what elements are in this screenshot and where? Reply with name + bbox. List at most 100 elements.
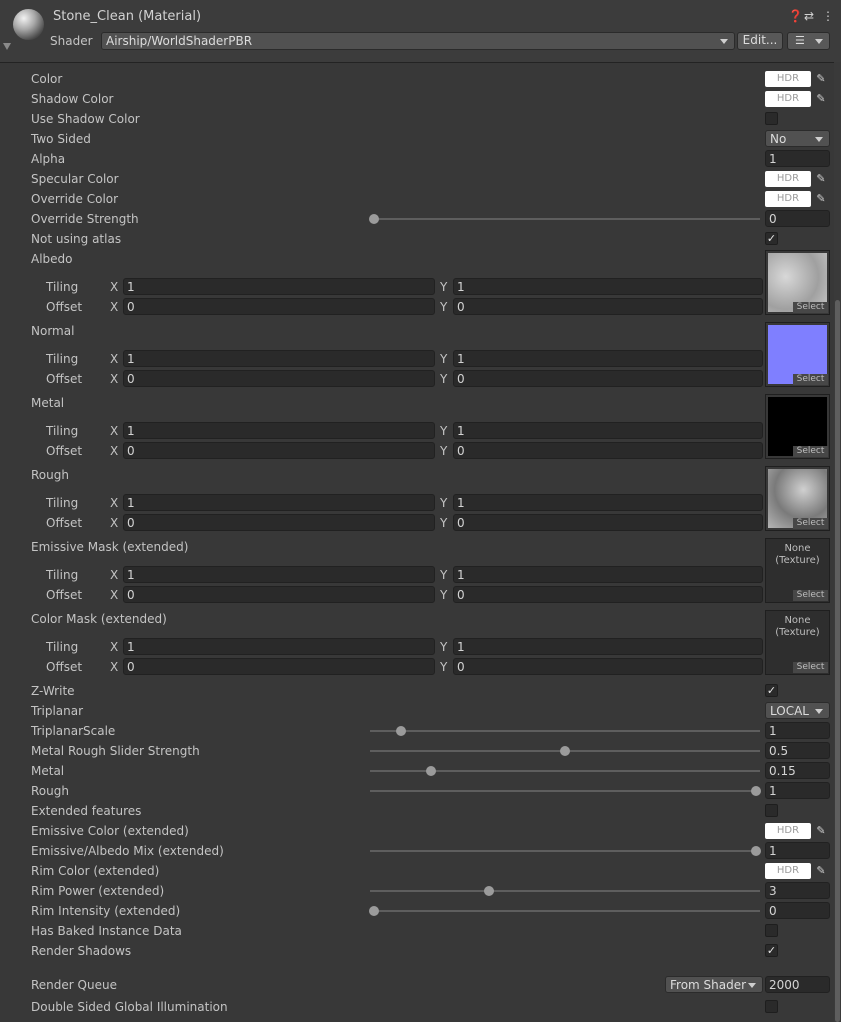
render-queue-dropdown[interactable]: From Shader (665, 976, 763, 993)
albedo-tiling-x[interactable]: 1 (123, 278, 435, 295)
eyedropper-icon[interactable]: ✎ (813, 863, 829, 879)
eyedropper-icon[interactable]: ✎ (813, 171, 829, 187)
select-button[interactable]: Select (793, 446, 828, 457)
emissive-albedo-mix-field[interactable]: 1 (765, 842, 830, 859)
alpha-field[interactable]: 1 (765, 150, 830, 167)
triplanar-dropdown[interactable]: LOCAL (765, 702, 830, 719)
extended-features-checkbox[interactable] (765, 804, 778, 817)
select-button[interactable]: Select (793, 518, 828, 529)
normal-tiling-x[interactable]: 1 (123, 350, 435, 367)
rough-field[interactable]: 1 (765, 782, 830, 799)
two-sided-dropdown[interactable]: No (765, 130, 830, 147)
albedo-tiling-y[interactable]: 1 (453, 278, 763, 295)
x-label: X (110, 660, 119, 674)
metal-rough-strength-field[interactable]: 0.5 (765, 742, 830, 759)
albedo-texture-slot[interactable]: Select (765, 250, 830, 315)
not-using-atlas-checkbox[interactable]: ✓ (765, 232, 778, 245)
color-mask-tiling-y[interactable]: 1 (453, 638, 763, 655)
z-write-checkbox[interactable]: ✓ (765, 684, 778, 697)
x-label: X (110, 588, 119, 602)
emissive-albedo-mix-slider[interactable] (370, 850, 760, 852)
normal-offset-y[interactable]: 0 (453, 370, 763, 387)
emissive-mask-offset-y[interactable]: 0 (453, 586, 763, 603)
slider-handle[interactable] (395, 726, 406, 736)
emissive-mask-offset-x[interactable]: 0 (123, 586, 435, 603)
slider-handle[interactable] (751, 786, 761, 796)
shader-options-button[interactable]: ☰ (787, 32, 830, 50)
scrollbar-thumb[interactable] (835, 300, 840, 1022)
eyedropper-icon[interactable]: ✎ (813, 71, 829, 87)
normal-texture-slot[interactable]: Select (765, 322, 830, 387)
emissive-mask-label: Emissive Mask (extended) (31, 540, 189, 554)
color-mask-offset-x[interactable]: 0 (123, 658, 435, 675)
metal-field[interactable]: 0.15 (765, 762, 830, 779)
albedo-offset-x[interactable]: 0 (123, 298, 435, 315)
rim-power-field[interactable]: 3 (765, 882, 830, 899)
double-sided-gi-checkbox[interactable] (765, 1000, 778, 1013)
emissive-mask-texture-slot[interactable]: None (Texture) Select (765, 538, 830, 603)
normal-offset-x[interactable]: 0 (123, 370, 435, 387)
triplanar-scale-field[interactable]: 1 (765, 722, 830, 739)
rough-offset-y[interactable]: 0 (453, 514, 763, 531)
slider-handle[interactable] (751, 846, 761, 856)
metal-offset-y[interactable]: 0 (453, 442, 763, 459)
offset-label: Offset (46, 444, 83, 458)
y-label: Y (440, 372, 448, 386)
use-shadow-color-checkbox[interactable] (765, 112, 778, 125)
color-swatch[interactable]: HDR (765, 71, 811, 87)
metal-tiling-y[interactable]: 1 (453, 422, 763, 439)
rough-tiling-x[interactable]: 1 (123, 494, 435, 511)
rim-power-slider[interactable] (370, 890, 760, 892)
kebab-menu-icon[interactable]: ⋮ (822, 9, 834, 23)
list-icon: ☰ (795, 34, 805, 47)
override-strength-slider[interactable] (370, 218, 760, 220)
override-strength-field[interactable]: 0 (765, 210, 830, 227)
rim-color-swatch[interactable]: HDR (765, 863, 811, 879)
foldout-arrow-icon[interactable] (3, 43, 11, 50)
metal-offset-x[interactable]: 0 (123, 442, 435, 459)
albedo-offset-y[interactable]: 0 (453, 298, 763, 315)
slider-handle[interactable] (560, 746, 570, 756)
normal-tiling-y[interactable]: 1 (453, 350, 763, 367)
preset-icon[interactable]: ⇄ (804, 9, 814, 23)
render-queue-field[interactable]: 2000 (765, 976, 830, 993)
slider-handle[interactable] (426, 766, 437, 776)
metal-texture-slot[interactable]: Select (765, 394, 830, 459)
rough-offset-x[interactable]: 0 (123, 514, 435, 531)
triplanar-scale-label: TriplanarScale (31, 724, 116, 738)
eyedropper-icon[interactable]: ✎ (813, 91, 829, 107)
select-button[interactable]: Select (793, 302, 828, 313)
edit-shader-button[interactable]: Edit... (737, 32, 783, 50)
emissive-mask-tiling-x[interactable]: 1 (123, 566, 435, 583)
rough-slider[interactable] (370, 790, 760, 792)
override-color-swatch[interactable]: HDR (765, 191, 811, 207)
help-icon[interactable]: ❓ (788, 9, 803, 23)
metal-tiling-x[interactable]: 1 (123, 422, 435, 439)
select-button[interactable]: Select (793, 374, 828, 385)
y-label: Y (440, 444, 448, 458)
select-button[interactable]: Select (793, 662, 828, 673)
shadow-color-swatch[interactable]: HDR (765, 91, 811, 107)
emissive-mask-tiling-y[interactable]: 1 (453, 566, 763, 583)
slider-handle[interactable] (369, 906, 379, 916)
specular-color-swatch[interactable]: HDR (765, 171, 811, 187)
triplanar-scale-slider[interactable] (370, 730, 760, 732)
rough-texture-slot[interactable]: Select (765, 466, 830, 531)
rim-intensity-field[interactable]: 0 (765, 902, 830, 919)
y-label: Y (440, 300, 448, 314)
color-mask-offset-y[interactable]: 0 (453, 658, 763, 675)
color-mask-texture-slot[interactable]: None (Texture) Select (765, 610, 830, 675)
eyedropper-icon[interactable]: ✎ (813, 191, 829, 207)
color-mask-tiling-x[interactable]: 1 (123, 638, 435, 655)
emissive-color-swatch[interactable]: HDR (765, 823, 811, 839)
eyedropper-icon[interactable]: ✎ (813, 823, 829, 839)
rough-tiling-y[interactable]: 1 (453, 494, 763, 511)
emissive-albedo-mix-label: Emissive/Albedo Mix (extended) (31, 844, 224, 858)
slider-handle[interactable] (369, 214, 379, 224)
shader-dropdown[interactable]: Airship/WorldShaderPBR (101, 32, 735, 50)
has-baked-checkbox[interactable] (765, 924, 778, 937)
rim-intensity-slider[interactable] (370, 910, 760, 912)
render-shadows-checkbox[interactable]: ✓ (765, 944, 778, 957)
slider-handle[interactable] (483, 886, 494, 896)
select-button[interactable]: Select (793, 590, 828, 601)
